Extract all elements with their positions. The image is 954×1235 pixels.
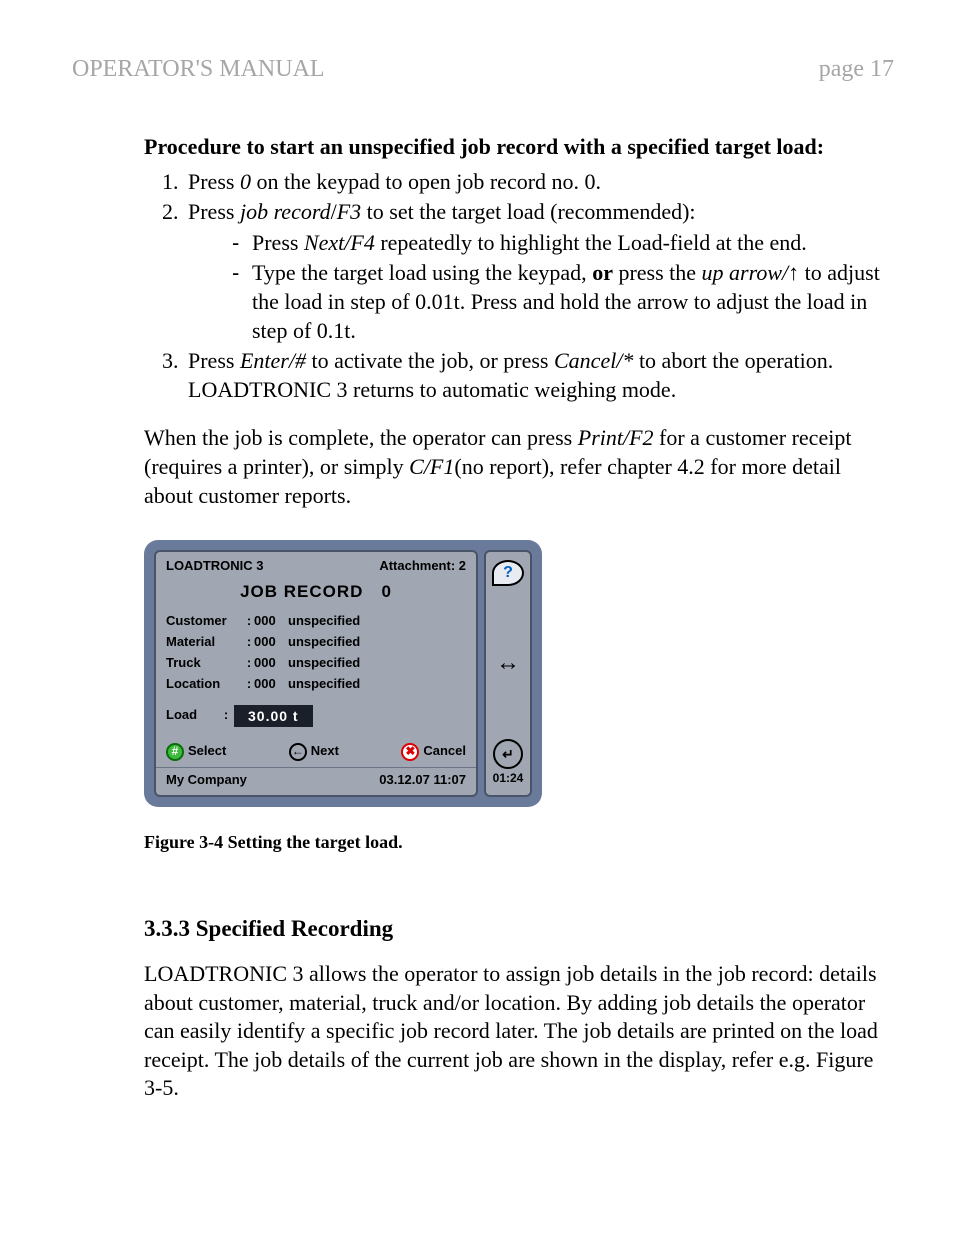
- page-header: OPERATOR'S MANUAL page 17: [72, 56, 894, 83]
- next-button[interactable]: ← Next: [289, 743, 339, 761]
- device-buttons: # Select ← Next ✖ Cancel: [156, 735, 476, 767]
- field-customer: Customer:000unspecified: [156, 611, 476, 632]
- cancel-icon: ✖: [401, 743, 419, 761]
- device-brand: LOADTRONIC 3: [166, 558, 264, 575]
- load-value-box[interactable]: 30.00 t: [234, 705, 313, 727]
- device-screenshot: LOADTRONIC 3 Attachment: 2 JOB RECORD0 C…: [144, 540, 542, 807]
- field-material: Material:000unspecified: [156, 632, 476, 653]
- cancel-button[interactable]: ✖ Cancel: [401, 743, 466, 761]
- step-2: Press job record/F3 to set the target lo…: [184, 198, 894, 345]
- step-3: Press Enter/# to activate the job, or pr…: [184, 347, 894, 404]
- device-footer: My Company 03.12.07 11:07: [156, 767, 476, 795]
- section-body: LOADTRONIC 3 allows the operator to assi…: [144, 960, 894, 1103]
- horizontal-arrows-icon[interactable]: ↔: [496, 651, 520, 675]
- step-1: Press 0 on the keypad to open job record…: [184, 168, 894, 197]
- figure-caption: Figure 3-4 Setting the target load.: [144, 831, 894, 854]
- help-icon[interactable]: ?: [492, 560, 524, 586]
- device-title: JOB RECORD0: [156, 579, 476, 611]
- field-location: Location:000unspecified: [156, 674, 476, 695]
- up-arrow-icon: ↑: [788, 260, 799, 285]
- select-button[interactable]: # Select: [166, 743, 226, 761]
- section-heading: 3.3.3 Specified Recording: [144, 914, 894, 944]
- lcd-panel: LOADTRONIC 3 Attachment: 2 JOB RECORD0 C…: [154, 550, 478, 797]
- company-label: My Company: [166, 772, 247, 789]
- post-paragraph: When the job is complete, the operator c…: [144, 424, 894, 510]
- step-2b: Type the target load using the keypad, o…: [228, 259, 894, 345]
- enter-icon: ↵: [493, 739, 523, 769]
- header-page: page 17: [819, 56, 894, 83]
- procedure-list: Press 0 on the keypad to open job record…: [184, 168, 894, 405]
- datetime-label: 03.12.07 11:07: [379, 772, 466, 789]
- left-arrow-icon: ←: [289, 743, 307, 761]
- field-load: Load: 30.00 t: [156, 695, 476, 735]
- enter-button[interactable]: ↵ 01:24: [493, 739, 524, 787]
- clock-label: 01:24: [493, 771, 524, 787]
- device-sidebar: ? ↔ ↵ 01:24: [484, 550, 532, 797]
- header-title: OPERATOR'S MANUAL: [72, 56, 325, 83]
- page: OPERATOR'S MANUAL page 17 Procedure to s…: [0, 0, 954, 1183]
- procedure-title: Procedure to start an unspecified job re…: [144, 133, 894, 162]
- hash-icon: #: [166, 743, 184, 761]
- field-truck: Truck:000unspecified: [156, 653, 476, 674]
- content: Procedure to start an unspecified job re…: [144, 133, 894, 1103]
- step-2-sublist: Press Next/F4 repeatedly to highlight th…: [228, 229, 894, 345]
- device-attachment: Attachment: 2: [379, 558, 466, 575]
- step-2a: Press Next/F4 repeatedly to highlight th…: [228, 229, 894, 258]
